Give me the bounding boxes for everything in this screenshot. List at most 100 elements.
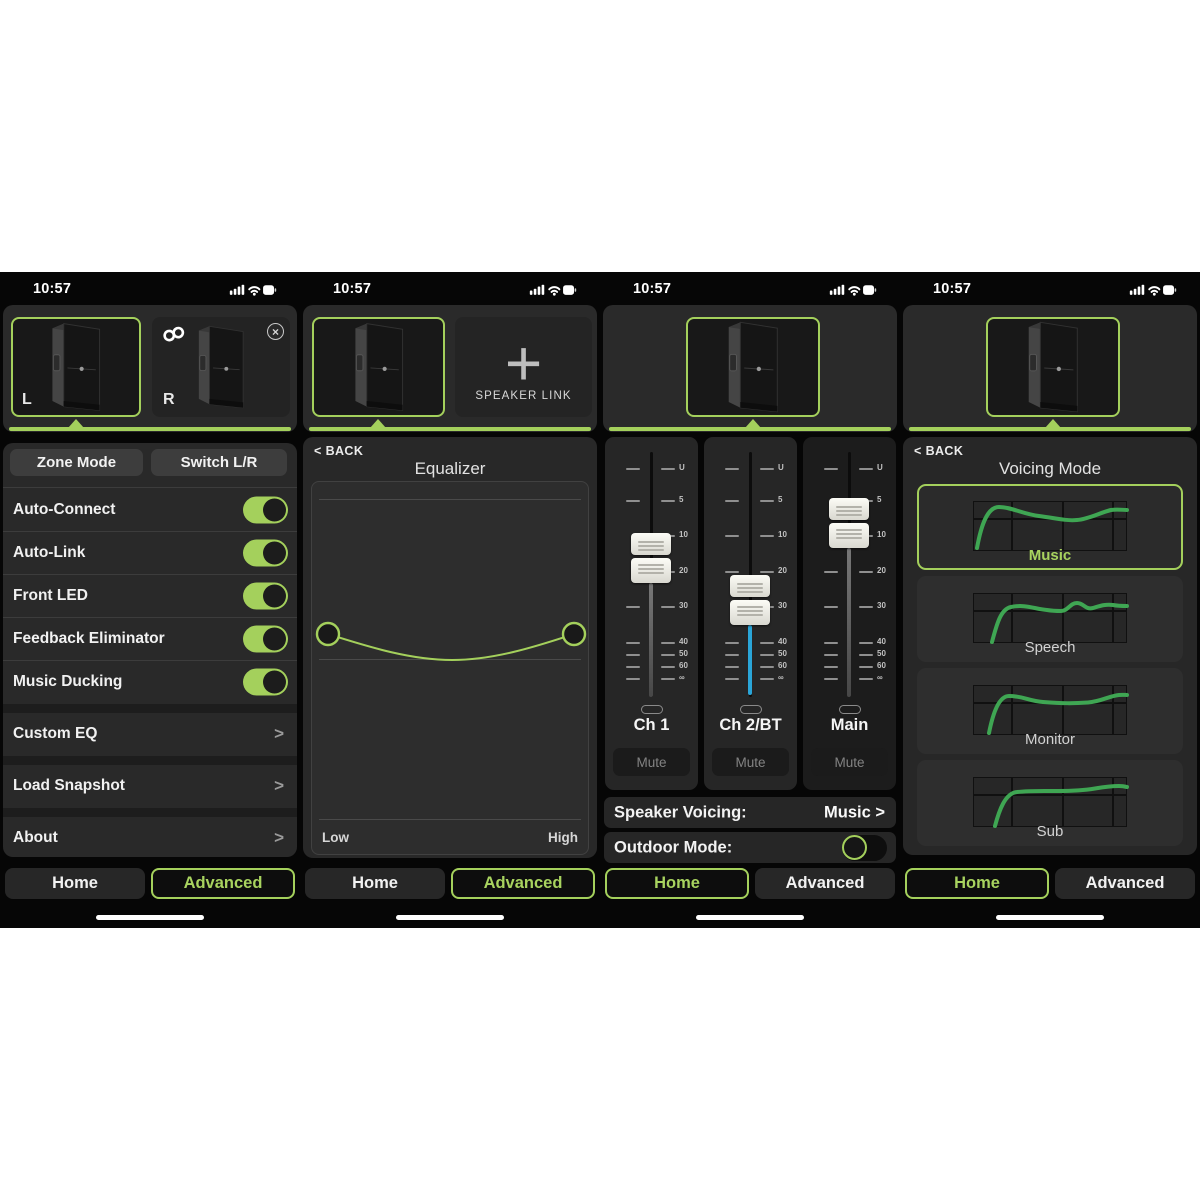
- load-snapshot-row[interactable]: Load Snapshot >: [3, 765, 297, 807]
- tick-label: 20: [679, 567, 688, 575]
- fader-cap-main[interactable]: [829, 498, 869, 548]
- close-icon[interactable]: ×: [267, 323, 284, 340]
- setting-label: Feedback Eliminator: [13, 630, 165, 648]
- music-ducking-toggle[interactable]: [243, 669, 288, 696]
- about-row[interactable]: About >: [3, 817, 297, 859]
- status-time: 10:57: [933, 281, 971, 297]
- speaker-label-left: L: [22, 391, 32, 409]
- outdoor-mode-row: Outdoor Mode:: [604, 832, 896, 863]
- voicing-label: Sub: [919, 823, 1181, 840]
- voicing-option-monitor[interactable]: Monitor: [917, 668, 1183, 754]
- tab-bar: Home Advanced: [905, 868, 1195, 899]
- speaker-link-card[interactable]: + SPEAKER LINK: [455, 317, 592, 417]
- tab-home[interactable]: Home: [5, 868, 145, 899]
- fader-track-fill: [649, 583, 653, 697]
- tick-label: ∞: [679, 674, 685, 682]
- custom-eq-row[interactable]: Custom EQ >: [3, 713, 297, 755]
- mute-button-ch2[interactable]: Mute: [712, 748, 789, 776]
- fader-track-fill: [847, 548, 851, 697]
- status-time: 10:57: [33, 281, 71, 297]
- voicing-option-speech[interactable]: Speech: [917, 576, 1183, 662]
- equalizer-panel: < BACK Equalizer Low High: [303, 437, 597, 858]
- setting-row: Auto-Link: [3, 532, 297, 574]
- chevron-right-icon: >: [274, 776, 284, 796]
- composite-screenshot: 10:57 L × R Zone Mode Switch L/R Auto-Co…: [0, 0, 1200, 1200]
- tab-home[interactable]: Home: [305, 868, 445, 899]
- tab-advanced[interactable]: Advanced: [151, 868, 295, 899]
- tick-label: U: [877, 464, 883, 472]
- auto-link-toggle[interactable]: [243, 540, 288, 567]
- voicing-curve-sub: [973, 777, 1127, 827]
- home-indicator[interactable]: [396, 915, 504, 920]
- setting-row: Front LED: [3, 575, 297, 617]
- speaker-card-right[interactable]: × R: [152, 317, 290, 417]
- voicing-label: Music: [919, 547, 1181, 564]
- status-icons: [827, 283, 879, 297]
- channel-label: Main: [803, 716, 896, 735]
- speaker-selector: + SPEAKER LINK: [303, 305, 597, 432]
- speaker-card[interactable]: [986, 317, 1120, 417]
- voicing-label: Monitor: [919, 731, 1181, 748]
- plus-icon: +: [457, 333, 590, 393]
- tab-advanced[interactable]: Advanced: [451, 868, 595, 899]
- home-indicator[interactable]: [696, 915, 804, 920]
- selector-underline: [9, 427, 291, 431]
- outdoor-mode-toggle[interactable]: [841, 834, 888, 862]
- mute-button-ch1[interactable]: Mute: [613, 748, 690, 776]
- settings-panel: Zone Mode Switch L/R Auto-Connect Auto-L…: [3, 443, 297, 857]
- tab-home[interactable]: Home: [905, 868, 1049, 899]
- tick-label: 50: [877, 650, 886, 658]
- status-icons: [1127, 283, 1179, 297]
- setting-row: Auto-Connect: [3, 489, 297, 531]
- voicing-option-sub[interactable]: Sub: [917, 760, 1183, 846]
- status-icons: [227, 283, 279, 297]
- speaker-voicing-row[interactable]: Speaker Voicing: Music >: [604, 797, 896, 828]
- fader-track-fill-bluetooth: [748, 625, 752, 695]
- speaker-label-right: R: [163, 391, 175, 409]
- tick-label: 5: [778, 496, 782, 504]
- setting-row: Music Ducking: [3, 661, 297, 703]
- tab-advanced[interactable]: Advanced: [755, 868, 895, 899]
- tick-label: 60: [877, 662, 886, 670]
- tick-label: ∞: [778, 674, 784, 682]
- feedback-eliminator-toggle[interactable]: [243, 626, 288, 653]
- eq-handle-high[interactable]: [563, 623, 585, 645]
- speaker-image: [346, 320, 412, 414]
- home-indicator[interactable]: [996, 915, 1104, 920]
- tab-bar: Home Advanced: [605, 868, 895, 899]
- switch-lr-button[interactable]: Switch L/R: [151, 449, 287, 476]
- speaker-card[interactable]: [686, 317, 820, 417]
- tick-label: 30: [877, 602, 886, 610]
- mute-button-main[interactable]: Mute: [811, 748, 888, 776]
- eq-curve: [312, 482, 590, 856]
- eq-graph: Low High: [311, 481, 589, 855]
- phone-screen-equalizer: 10:57 + SPEAKER LINK < BACK Equalizer: [300, 272, 600, 928]
- speaker-voicing-value: Music >: [824, 803, 885, 822]
- fader-channel-2: U 5 10 20 30 40 50 60 ∞ Ch 2/BT Mute: [704, 437, 797, 790]
- eq-handle-low[interactable]: [317, 623, 339, 645]
- back-button[interactable]: < BACK: [914, 444, 963, 458]
- home-indicator[interactable]: [96, 915, 204, 920]
- speaker-card-left[interactable]: L: [11, 317, 141, 417]
- voicing-label: Speech: [919, 639, 1181, 656]
- back-button[interactable]: < BACK: [314, 444, 363, 458]
- tab-advanced[interactable]: Advanced: [1055, 868, 1195, 899]
- voicing-curve-music: [973, 501, 1127, 551]
- speaker-image: [719, 319, 787, 415]
- fader-cap-ch2[interactable]: [730, 575, 770, 625]
- front-led-toggle[interactable]: [243, 583, 288, 610]
- tick-label: 40: [778, 638, 787, 646]
- fader-cap-ch1[interactable]: [631, 533, 671, 583]
- outdoor-mode-label: Outdoor Mode:: [614, 838, 732, 857]
- tick-label: 50: [778, 650, 787, 658]
- voicing-option-music[interactable]: Music: [917, 484, 1183, 570]
- zone-mode-button[interactable]: Zone Mode: [10, 449, 143, 476]
- speaker-selector: L × R: [3, 305, 297, 432]
- voicing-curve-monitor: [973, 685, 1127, 735]
- speaker-card[interactable]: [312, 317, 445, 417]
- tab-home[interactable]: Home: [605, 868, 749, 899]
- phone-screen-home: 10:57 U 5 10 20 30 40 50 60 ∞: [600, 272, 900, 928]
- auto-connect-toggle[interactable]: [243, 497, 288, 524]
- speaker-voicing-label: Speaker Voicing:: [614, 803, 747, 822]
- link-label: About: [13, 829, 58, 847]
